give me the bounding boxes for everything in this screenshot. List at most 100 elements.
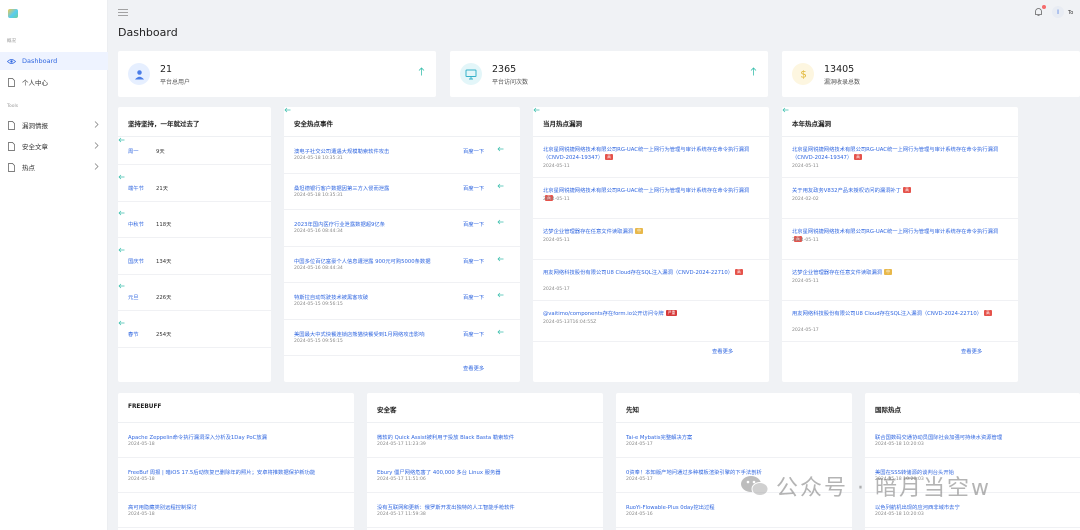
chevron-right-icon — [94, 121, 99, 130]
event-title-link[interactable]: 桑坦德银行客户数据因第三方入侵而泄露 — [294, 184, 389, 192]
vuln-title-link[interactable]: 北京星网锐捷网络技术有限公司RG-UAC统一上网行为管理与审计系统存在命令执行漏… — [792, 228, 1007, 244]
sidebar-item-dashboard[interactable]: Dashboard — [0, 52, 108, 70]
vuln-date: 2024-05-11 — [543, 164, 570, 169]
vuln-title-link[interactable]: @vaitimo/components存在form.io公开访问令牌 严重 — [543, 310, 758, 318]
holiday-name: 国庆节 — [128, 258, 144, 265]
arrow-up-icon — [750, 67, 757, 78]
vuln-row: 北京星网锐捷网络技术有限公司RG-UAC统一上网行为管理与审计系统存在命令执行漏… — [782, 219, 1018, 260]
feed-title-link[interactable]: Tai-e Mybatis完整解决方案 — [626, 433, 692, 441]
vuln-row: 北京星网锐捷网络技术有限公司RG-UAC统一上网行为管理与审计系统存在命令执行漏… — [533, 178, 769, 219]
event-title-link[interactable]: 澳电子社交公司遭遇大规模勒索软件攻击 — [294, 147, 389, 155]
stat-label: 漏洞收录总数 — [824, 79, 861, 86]
holiday-name: 元旦 — [128, 295, 139, 301]
list-item: Ebury 僵尸网络危害了 400,000 多台 Linux 服务器 2024-0… — [367, 458, 603, 493]
vuln-title-link[interactable]: 达梦企业管理器存在任意文件读取漏洞中 — [792, 269, 1007, 277]
vuln-date: 2024-05-11 — [792, 279, 819, 284]
feed-title-link[interactable]: 没有互联网和更新：俄罗斯开发出独特的人工智能手枪软件 — [377, 503, 515, 511]
panel-title: FREEBUFF — [128, 404, 162, 410]
menu-toggle-icon[interactable] — [118, 9, 128, 18]
vuln-title[interactable]: 关于用友政务V832产品未授权访问的漏洞补丁 — [792, 188, 901, 194]
search-baidu-button[interactable]: 百度一下 — [463, 257, 484, 265]
avatar[interactable]: I — [1052, 6, 1064, 18]
event-date: 2024-05-15 09:56:15 — [294, 302, 343, 307]
vuln-title-link[interactable]: 北京星网锐捷网络技术有限公司RG-UAC统一上网行为管理与审计系统存在命令执行漏… — [792, 146, 1007, 162]
vuln-title[interactable]: @vaitimo/components存在form.io公开访问令牌 — [543, 311, 664, 317]
event-title-link[interactable]: 2023年国内医疗行业泄露数据超9亿条 — [294, 220, 385, 228]
holiday-days: 21天 — [156, 185, 169, 192]
holiday-name: 周一 — [128, 149, 139, 155]
holiday-row: 端午节 21天 — [118, 174, 271, 202]
view-more-link[interactable]: 查看更多 — [961, 347, 982, 355]
event-title-link[interactable]: 特斯拉自动驾驶技术被黑客攻破 — [294, 293, 368, 301]
feed-title-link[interactable]: 微软的 Quick Assist被利用于投放 Black Basta 勒索软件 — [377, 433, 514, 441]
feed-title-link[interactable]: FreeBuf 周报 | 暗iOS 17.5后动恢复已删除年的照片；安卓将推数据… — [128, 468, 315, 476]
user-name[interactable]: To — [1068, 10, 1073, 16]
feed-title-link[interactable]: Apache Zeppelin命令执行漏洞深入分析及1Day PoC放漏 — [128, 433, 267, 441]
vuln-title-link[interactable]: 北京星网锐捷网络技术有限公司RG-UAC统一上网行为管理与审计系统存在命令执行漏… — [543, 146, 758, 162]
feed-title-link[interactable]: Ebury 僵尸网络危害了 400,000 多台 Linux 服务器 — [377, 468, 501, 476]
vuln-title-link[interactable]: 北京星网锐捷网络技术有限公司RG-UAC统一上网行为管理与审计系统存在命令执行漏… — [543, 187, 758, 203]
vuln-row: @vaitimo/components存在form.io公开访问令牌 严重 2024… — [533, 301, 769, 342]
feed-title-link[interactable]: RuoYi-Flowable-Plus 0day挖出过程 — [626, 503, 715, 511]
vuln-title[interactable]: 北京星网锐捷网络技术有限公司RG-UAC统一上网行为管理与审计系统存在命令执行漏… — [543, 147, 749, 161]
panel-title: 先知 — [626, 406, 639, 414]
vuln-row: 关于用友政务V832产品未授权访问的漏洞补丁高 2024-02-02 — [782, 178, 1018, 219]
feed-title-link[interactable]: 联合国数码交通协动员国际社会加强可持续水资源管理 — [875, 433, 1002, 441]
sidebar-item-label: 个人中心 — [22, 79, 48, 87]
bell-icon[interactable] — [1034, 7, 1043, 19]
document-icon — [7, 162, 16, 172]
vuln-title-link[interactable]: 用友网络科技股份有限公司U8 Cloud存在SQL注入漏洞（CNVD-2024-… — [543, 269, 758, 277]
panel-title: 安全热点事件 — [294, 120, 333, 128]
arrow-left-icon — [118, 320, 125, 328]
vuln-date: 2024-05-17 — [543, 287, 570, 292]
list-item: 高可用隐藏类别远程控制探讨 2024-05-18 — [118, 493, 354, 528]
feed-panel-freebuf: FREEBUFF Apache Zeppelin命令执行漏洞深入分析及1Day … — [118, 393, 354, 530]
view-more-link[interactable]: 查看更多 — [712, 347, 733, 355]
sidebar-item-vuln-intel[interactable]: 漏洞情报 — [0, 116, 108, 134]
vuln-title-link[interactable]: 关于用友政务V832产品未授权访问的漏洞补丁高 — [792, 187, 1007, 195]
sidebar-group-label: Tools — [7, 104, 19, 109]
stat-value: 21 — [160, 64, 173, 75]
list-item: 澳电子社交公司遭遇大规模勒索软件攻击 2024-05-18 10:35:31 百度一… — [284, 137, 520, 174]
event-title-link[interactable]: 中国多位百亿富豪个人信息遭泄露 900元可购5000条数据 — [294, 257, 431, 265]
document-icon — [7, 120, 16, 130]
event-date: 2024-05-18 10:35:31 — [294, 156, 343, 161]
vuln-title[interactable]: 达梦企业管理器存在任意文件读取漏洞 — [543, 229, 633, 235]
search-baidu-button[interactable]: 百度一下 — [463, 184, 484, 192]
chevron-right-icon — [94, 142, 99, 151]
arrow-left-icon — [118, 210, 125, 218]
search-baidu-button[interactable]: 百度一下 — [463, 293, 484, 301]
app-logo[interactable] — [8, 9, 18, 18]
vuln-title[interactable]: 北京星网锐捷网络技术有限公司RG-UAC统一上网行为管理与审计系统存在命令执行漏… — [792, 147, 998, 161]
vuln-title[interactable]: 北京星网锐捷网络技术有限公司RG-UAC统一上网行为管理与审计系统存在命令执行漏… — [543, 188, 749, 194]
vuln-title[interactable]: 达梦企业管理器存在任意文件读取漏洞 — [792, 270, 882, 276]
feed-panel-international: 国际热点 联合国数码交通协动员国际社会加强可持续水资源管理 2024-05-18 … — [865, 393, 1080, 530]
arrow-left-icon — [118, 137, 125, 145]
vuln-title-link[interactable]: 用友网络科技股份有限公司U8 Cloud存在SQL注入漏洞（CNVD-2024-… — [792, 310, 1007, 318]
list-item: 美国最大中式快餐连锁店熊猫快餐受到1月网络攻击影响 2024-05-15 09:5… — [284, 320, 520, 356]
feed-title-link[interactable]: 以色列航机出现的应河西非域市去宁 — [875, 503, 960, 511]
holiday-name: 春节 — [128, 331, 139, 338]
sidebar-item-profile[interactable]: 个人中心 — [0, 73, 108, 91]
view-more-link[interactable]: 查看更多 — [463, 364, 484, 372]
vuln-title[interactable]: 用友网络科技股份有限公司U8 Cloud存在SQL注入漏洞（CNVD-2024-… — [792, 311, 982, 317]
vuln-date: 2024-05-13T16:04:55Z — [543, 320, 597, 325]
sidebar-item-articles[interactable]: 安全文章 — [0, 137, 108, 155]
arrow-left-icon — [497, 329, 504, 337]
vuln-title-link[interactable]: 达梦企业管理器存在任意文件读取漏洞中 — [543, 228, 758, 236]
feed-date: 2024-05-17 11:59:38 — [377, 512, 426, 517]
document-icon — [7, 77, 16, 87]
vuln-title[interactable]: 用友网络科技股份有限公司U8 Cloud存在SQL注入漏洞（CNVD-2024-… — [543, 270, 733, 276]
sidebar-item-hotspot[interactable]: 热点 — [0, 158, 108, 176]
eye-icon — [7, 57, 16, 66]
search-baidu-button[interactable]: 百度一下 — [463, 330, 484, 338]
sidebar-item-label: 热点 — [22, 164, 35, 172]
search-baidu-button[interactable]: 百度一下 — [463, 147, 484, 155]
vuln-row: 达梦企业管理器存在任意文件读取漏洞中 2024-05-11 — [533, 219, 769, 260]
feed-title-link[interactable]: 高可用隐藏类别远程控制探讨 — [128, 503, 197, 511]
event-title-link[interactable]: 美国最大中式快餐连锁店熊猫快餐受到1月网络攻击影响 — [294, 330, 425, 338]
search-baidu-button[interactable]: 百度一下 — [463, 220, 484, 228]
arrow-left-icon — [497, 256, 504, 264]
vuln-title[interactable]: 北京星网锐捷网络技术有限公司RG-UAC统一上网行为管理与审计系统存在命令执行漏… — [792, 229, 998, 235]
panel-title: 国际热点 — [875, 406, 901, 414]
